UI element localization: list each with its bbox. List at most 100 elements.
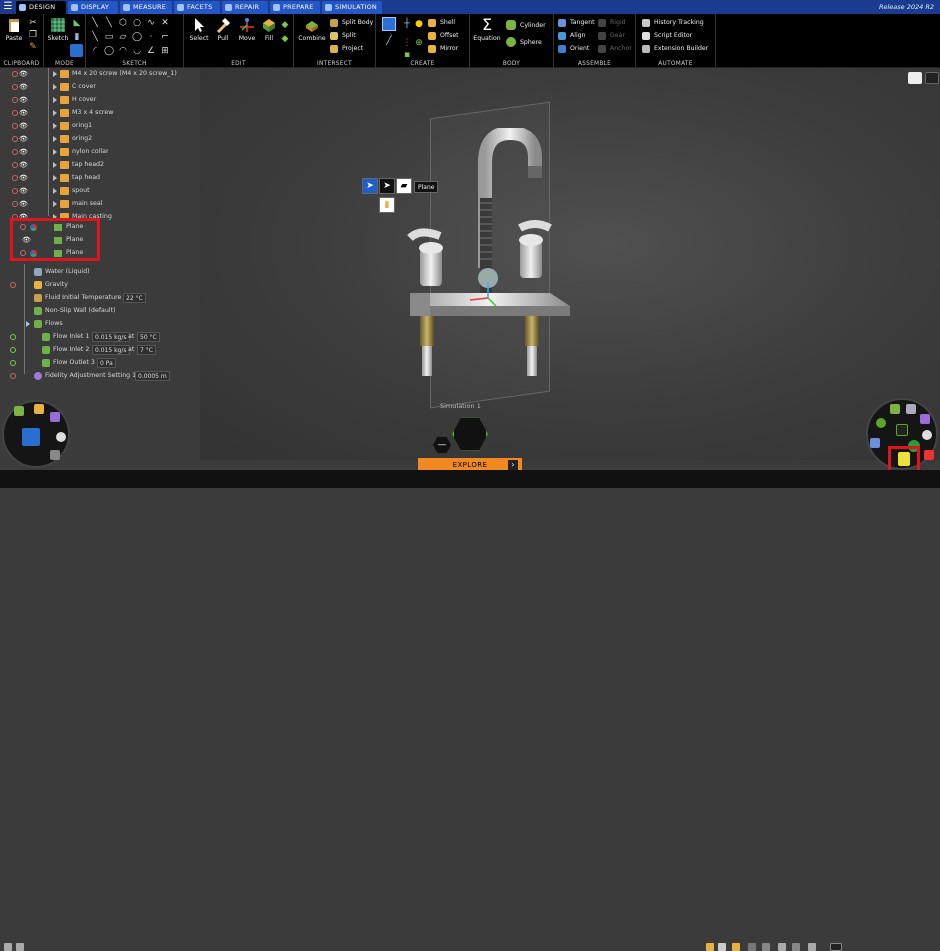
- grid-wheel-icon[interactable]: [50, 450, 60, 460]
- three-point-rect-icon[interactable]: ▱: [118, 32, 128, 42]
- tab-measure[interactable]: Measure: [120, 1, 172, 14]
- house-wheel-icon[interactable]: [34, 404, 44, 414]
- move-button[interactable]: Move: [236, 17, 258, 42]
- sweep-arc-icon[interactable]: ◠: [118, 46, 128, 56]
- shell-button[interactable]: Shell: [428, 17, 455, 28]
- tree-item-component[interactable]: 👁 main seal: [0, 198, 200, 210]
- left-tool-wheel[interactable]: [2, 400, 70, 468]
- expand-icon[interactable]: [53, 136, 57, 142]
- combine-button[interactable]: Combine: [296, 17, 328, 42]
- status-icon-1[interactable]: [706, 943, 714, 951]
- visibility-icon[interactable]: [12, 149, 18, 155]
- eye-icon[interactable]: 👁: [19, 161, 28, 169]
- project-curve-icon[interactable]: ⊞: [160, 46, 170, 56]
- copy-icon[interactable]: ❐: [28, 30, 38, 40]
- chart-view-icon[interactable]: [925, 72, 939, 84]
- rectangle-icon[interactable]: ▭: [104, 32, 114, 42]
- tree-item-component[interactable]: 👁 spout: [0, 185, 200, 197]
- mirror-button[interactable]: Mirror: [428, 43, 458, 54]
- sim-item-gravity[interactable]: Gravity: [0, 279, 200, 291]
- flow-wheel-icon[interactable]: [876, 418, 886, 428]
- visibility-icon[interactable]: [12, 201, 18, 207]
- eye-icon[interactable]: 👁: [19, 135, 28, 143]
- tab-simulation[interactable]: Simulation: [322, 1, 382, 14]
- sim-wheel-icon-1[interactable]: [890, 404, 900, 414]
- ellipse-icon[interactable]: ◯: [132, 32, 142, 42]
- tree-item-component[interactable]: 👁 C cover: [0, 81, 200, 93]
- view-orient-icon[interactable]: [22, 428, 40, 446]
- sim-item-fluid-temp[interactable]: Fluid Initial Temperature 22 °C: [0, 292, 200, 304]
- anchor-button[interactable]: Anchor: [598, 43, 632, 54]
- explore-next-icon[interactable]: ›: [508, 460, 518, 470]
- expand-icon[interactable]: [53, 162, 57, 168]
- visibility-icon[interactable]: [12, 84, 18, 90]
- tree-item-component[interactable]: 👁 nylon collar: [0, 146, 200, 158]
- cylinder-button[interactable]: Cylinder: [506, 20, 546, 31]
- rigid-button[interactable]: Rigid: [598, 17, 626, 28]
- arc-icon[interactable]: ◜: [90, 46, 100, 56]
- eye-icon[interactable]: 👁: [19, 174, 28, 182]
- corner-icon[interactable]: ⌐: [160, 32, 170, 42]
- 3d-mode-icon[interactable]: ▮: [72, 32, 82, 42]
- fidelity-value[interactable]: 0.0005 m: [135, 371, 170, 381]
- tree-item-component[interactable]: 👁 H cover: [0, 94, 200, 106]
- edit-extra-icon-2[interactable]: ◆: [280, 34, 290, 44]
- status-icon-9[interactable]: [830, 943, 842, 951]
- 3d-viewport[interactable]: ➤ ➤ ▰ Plane ▮: [200, 68, 940, 460]
- extension-builder-button[interactable]: Extension Builder: [642, 43, 708, 54]
- inlet2-rate[interactable]: 0.015 kg/s: [92, 345, 130, 355]
- section-mode-icon[interactable]: ◣: [72, 18, 82, 28]
- tab-display[interactable]: Display: [68, 1, 118, 14]
- eye-icon[interactable]: 👁: [19, 187, 28, 195]
- expand-icon[interactable]: [53, 110, 57, 116]
- pull-button[interactable]: Pull: [212, 17, 234, 42]
- edit-extra-icon-1[interactable]: ◆: [280, 20, 290, 30]
- fill-button[interactable]: Fill: [260, 17, 278, 42]
- linear-pattern-icon[interactable]: ⋮: [402, 38, 412, 48]
- polygon-icon[interactable]: ⬡: [118, 18, 128, 28]
- refresh-icon[interactable]: [922, 430, 932, 440]
- expand-icon[interactable]: [53, 201, 57, 207]
- results-icon[interactable]: [870, 438, 880, 448]
- expand-icon[interactable]: [53, 123, 57, 129]
- visibility-icon[interactable]: [12, 71, 18, 77]
- eye-icon[interactable]: 👁: [19, 109, 28, 117]
- tree-item-component[interactable]: 👁 M4 x 20 screw (M4 x 20 screw_1): [0, 68, 200, 80]
- eye-icon[interactable]: 👁: [19, 96, 28, 104]
- status-icon-2[interactable]: [718, 943, 726, 951]
- equation-button[interactable]: Σ Equation: [472, 17, 502, 43]
- tab-facets[interactable]: Facets: [174, 1, 220, 14]
- cube-wheel-icon[interactable]: [920, 414, 930, 424]
- tab-prepare[interactable]: Prepare: [270, 1, 320, 14]
- script-editor-button[interactable]: Script Editor: [642, 30, 692, 41]
- status-icon-4[interactable]: [748, 943, 756, 951]
- tree-item-component[interactable]: 👁 tap head: [0, 172, 200, 184]
- status-icon-8[interactable]: [808, 943, 816, 951]
- select-button[interactable]: Select: [188, 17, 210, 42]
- construction-line-icon[interactable]: ╲: [90, 32, 100, 42]
- axis-tool-icon[interactable]: ┼: [402, 19, 412, 29]
- sim-item-inlet2[interactable]: Flow Inlet 2 0.015 kg/s at 7 °C: [0, 344, 200, 356]
- sim-item-wall[interactable]: Non-Slip Wall (default): [0, 305, 200, 317]
- point-tool-icon[interactable]: ●: [414, 19, 424, 29]
- sim-item-inlet1[interactable]: Flow Inlet 1 0.015 kg/s at 50 °C: [0, 331, 200, 343]
- visibility-icon[interactable]: [12, 188, 18, 194]
- inlet1-temp[interactable]: 50 °C: [137, 332, 160, 342]
- split-body-button[interactable]: Split Body: [330, 17, 373, 28]
- line-tool-icon[interactable]: ╲: [90, 18, 100, 28]
- fluid-temp-value[interactable]: 22 °C: [123, 293, 146, 303]
- play-icon[interactable]: [896, 424, 908, 436]
- orient-button[interactable]: Orient: [558, 43, 589, 54]
- circular-pattern-icon[interactable]: ⊕: [414, 38, 424, 48]
- tangent-line-icon[interactable]: ╲: [104, 18, 114, 28]
- faucet-model[interactable]: [400, 128, 600, 378]
- visibility-icon[interactable]: [12, 162, 18, 168]
- tree-item-component[interactable]: 👁 oring2: [0, 133, 200, 145]
- project-button[interactable]: Project: [330, 43, 363, 54]
- solid-mode-icon[interactable]: [70, 44, 83, 57]
- visibility-icon[interactable]: [12, 123, 18, 129]
- sim-item-water[interactable]: Water (Liquid): [0, 266, 200, 278]
- tab-design[interactable]: Design: [16, 1, 66, 14]
- highlighted-tool-icon[interactable]: [898, 452, 910, 466]
- view-cube-icon[interactable]: [908, 72, 922, 84]
